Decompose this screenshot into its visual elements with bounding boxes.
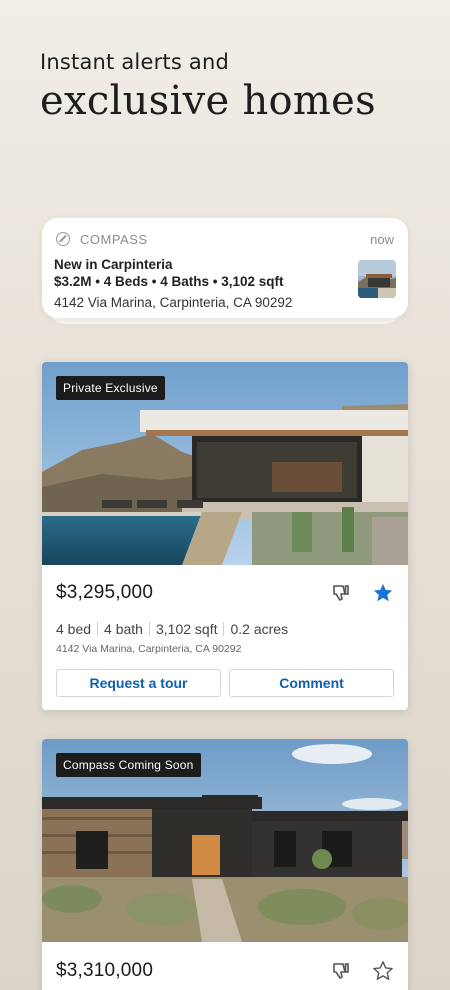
request-tour-button[interactable]: Request a tour — [56, 669, 221, 697]
notification-thumbnail — [358, 260, 396, 298]
notification-address: 4142 Via Marina, Carpinteria, CA 90292 — [54, 295, 293, 310]
comment-button[interactable]: Comment — [229, 669, 394, 697]
listing-facts: 4 bed 4 bath 3,102 sqft 0.2 acres — [42, 621, 408, 637]
headline-line-1: Instant alerts and — [40, 50, 229, 74]
beds: 4 bed — [56, 621, 92, 637]
headline-line-2: exclusive homes — [40, 78, 376, 124]
star-filled-icon[interactable] — [372, 582, 394, 604]
compass-icon — [56, 232, 70, 246]
notification-summary: $3.2M • 4 Beds • 4 Baths • 3,102 sqft — [54, 274, 284, 289]
baths: 4 bath — [104, 621, 143, 637]
notification-time: now — [370, 231, 394, 247]
divider — [97, 622, 99, 636]
push-notification[interactable]: COMPASS now New in Carpinteria $3.2M • 4… — [42, 218, 408, 318]
listing-card[interactable]: Private Exclusive $3,295,000 4 bed 4 bat… — [42, 362, 408, 710]
thumbs-down-icon[interactable] — [330, 582, 352, 604]
listing-price: $3,310,000 — [56, 960, 154, 981]
divider — [223, 622, 225, 636]
listing-badge: Compass Coming Soon — [56, 753, 201, 777]
listing-card[interactable]: Compass Coming Soon $3,310,000 — [42, 739, 408, 990]
lot-size: 0.2 acres — [230, 621, 289, 637]
notification-title: New in Carpinteria — [54, 257, 173, 272]
sqft: 3,102 sqft — [155, 621, 218, 637]
listing-photo[interactable]: Private Exclusive — [42, 362, 408, 565]
star-outline-icon[interactable] — [372, 960, 394, 982]
listing-address: 4142 Via Marina, Carpinteria, CA 90292 — [56, 643, 242, 655]
thumbs-down-icon[interactable] — [330, 960, 352, 982]
listing-badge: Private Exclusive — [56, 376, 165, 400]
notification-app-name: COMPASS — [80, 231, 148, 247]
notification-stack[interactable]: COMPASS now New in Carpinteria $3.2M • 4… — [42, 218, 408, 324]
headline: Instant alerts and exclusive homes — [40, 50, 376, 124]
listing-photo[interactable]: Compass Coming Soon — [42, 739, 408, 942]
divider — [148, 622, 150, 636]
listing-price: $3,295,000 — [56, 582, 154, 603]
